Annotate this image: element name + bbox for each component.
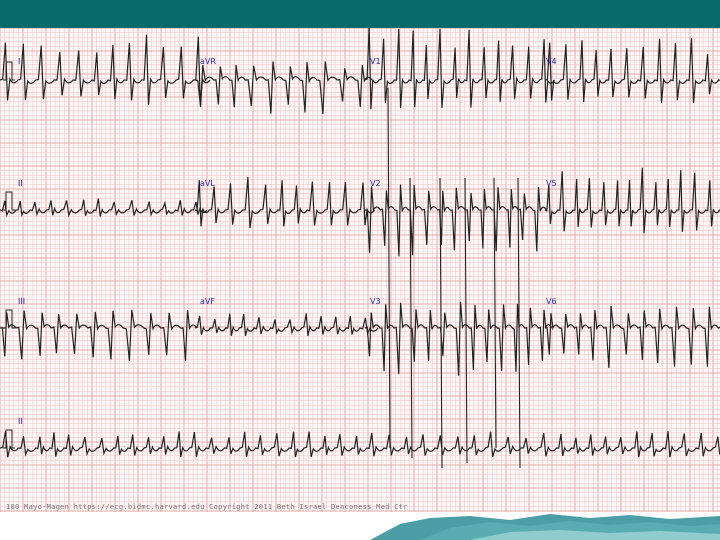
lead-label-II: II xyxy=(18,179,23,188)
lead-label-V4: V4 xyxy=(546,57,557,66)
lead-label-V3: V3 xyxy=(370,297,381,306)
ecg-tracing: I aVR V1 V4 II aVL V2 V5 III aVF V3 V6 I… xyxy=(0,28,720,512)
lead-label-aVF: aVF xyxy=(200,297,215,306)
lead-label-aVR: aVR xyxy=(200,57,216,66)
lead-label-V5: V5 xyxy=(546,179,557,188)
lead-label-V1: V1 xyxy=(370,57,381,66)
lead-label-III: III xyxy=(18,297,26,306)
lead-label-V2: V2 xyxy=(370,179,381,188)
wave-decoration xyxy=(370,514,720,540)
ecg-grid-and-traces xyxy=(0,28,720,512)
bottom-decorative-band xyxy=(0,512,720,540)
lead-label-aVL: aVL xyxy=(200,179,215,188)
ecg-footer-caption: 100 Mayo-Magen https://ecg.bidmc.harvard… xyxy=(6,503,408,511)
lead-label-rhythm-II: II xyxy=(18,417,23,426)
lead-label-V6: V6 xyxy=(546,297,557,306)
title-bar xyxy=(0,0,720,28)
lead-label-I: I xyxy=(18,57,21,66)
